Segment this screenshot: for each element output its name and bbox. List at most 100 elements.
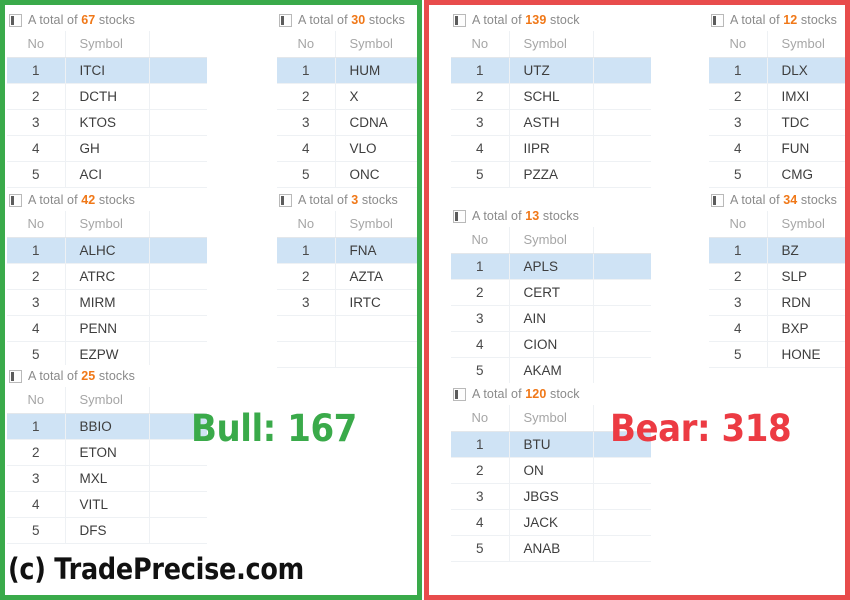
table-row[interactable]: 1 BBIO — [7, 413, 207, 440]
column-header-symbol[interactable]: Symbol — [65, 387, 150, 414]
table-row[interactable]: 4 VITL — [7, 491, 207, 518]
column-header-no[interactable]: No — [7, 211, 66, 238]
cell-symbol[interactable]: PZZA — [509, 161, 594, 188]
table-row[interactable]: 2 SCHL — [451, 83, 651, 110]
cell-symbol[interactable]: ANAB — [509, 535, 594, 562]
cell-symbol[interactable]: DLX — [767, 57, 845, 84]
column-header-no[interactable]: No — [451, 31, 510, 58]
cell-symbol[interactable]: IRTC — [335, 289, 417, 316]
cell-symbol[interactable] — [335, 315, 417, 342]
cell-symbol[interactable]: BXP — [767, 315, 845, 342]
cell-symbol[interactable]: CDNA — [335, 109, 417, 136]
table-row[interactable]: 3 KTOS — [7, 109, 207, 136]
table-row[interactable]: 5 ONC — [277, 161, 417, 188]
table-row[interactable]: 4 IIPR — [451, 135, 651, 162]
cell-symbol[interactable]: CERT — [509, 279, 594, 306]
table-row[interactable]: 5 ACI — [7, 161, 207, 188]
cell-symbol[interactable]: HONE — [767, 341, 845, 368]
cell-symbol[interactable]: CMG — [767, 161, 845, 188]
table-row[interactable] — [277, 341, 417, 368]
table-row[interactable]: 3 JBGS — [451, 483, 651, 510]
cell-symbol[interactable]: DCTH — [65, 83, 150, 110]
table-row[interactable]: 4 VLO — [277, 135, 417, 162]
cell-symbol[interactable]: IMXI — [767, 83, 845, 110]
cell-symbol[interactable]: CION — [509, 331, 594, 358]
table-row[interactable]: 3 IRTC — [277, 289, 417, 316]
cell-symbol[interactable]: ON — [509, 457, 594, 484]
cell-symbol[interactable]: AKAM — [509, 357, 594, 384]
cell-symbol[interactable]: JBGS — [509, 483, 594, 510]
cell-symbol[interactable]: ALHC — [65, 237, 150, 264]
cell-symbol[interactable]: ETON — [65, 439, 150, 466]
cell-symbol[interactable]: AZTA — [335, 263, 417, 290]
cell-symbol[interactable]: DFS — [65, 517, 150, 544]
column-header-symbol[interactable]: Symbol — [767, 31, 845, 58]
cell-symbol[interactable]: GH — [65, 135, 150, 162]
cell-symbol[interactable]: VLO — [335, 135, 417, 162]
cell-symbol[interactable]: BTU — [509, 431, 594, 458]
cell-symbol[interactable]: APLS — [509, 253, 594, 280]
cell-symbol[interactable]: ACI — [65, 161, 150, 188]
cell-symbol[interactable]: HUM — [335, 57, 417, 84]
table-row[interactable]: 3 MXL — [7, 465, 207, 492]
table-row[interactable]: 1 APLS — [451, 253, 651, 280]
cell-symbol[interactable]: TDC — [767, 109, 845, 136]
column-header-symbol[interactable]: Symbol — [335, 31, 417, 58]
table-row[interactable]: 5 PZZA — [451, 161, 651, 188]
table-row[interactable]: 2 AZTA — [277, 263, 417, 290]
table-row[interactable]: 5 CMG — [709, 161, 845, 188]
table-row[interactable]: 2 ETON — [7, 439, 207, 466]
table-row[interactable]: 4 GH — [7, 135, 207, 162]
column-header-no[interactable]: No — [277, 211, 336, 238]
column-header-no[interactable]: No — [7, 387, 66, 414]
table-row[interactable]: 5 ANAB — [451, 535, 651, 562]
table-row[interactable]: 3 AIN — [451, 305, 651, 332]
cell-symbol[interactable]: ATRC — [65, 263, 150, 290]
cell-symbol[interactable]: RDN — [767, 289, 845, 316]
table-row[interactable] — [277, 315, 417, 342]
column-header-symbol[interactable]: Symbol — [65, 31, 150, 58]
table-row[interactable]: 3 MIRM — [7, 289, 207, 316]
cell-symbol[interactable]: MIRM — [65, 289, 150, 316]
cell-symbol[interactable]: BBIO — [65, 413, 150, 440]
column-header-no[interactable]: No — [709, 31, 768, 58]
table-row[interactable]: 5 HONE — [709, 341, 845, 368]
cell-symbol[interactable]: JACK — [509, 509, 594, 536]
table-row[interactable]: 1 ITCI — [7, 57, 207, 84]
cell-symbol[interactable]: SCHL — [509, 83, 594, 110]
column-header-symbol[interactable]: Symbol — [767, 211, 845, 238]
cell-symbol[interactable]: PENN — [65, 315, 150, 342]
table-row[interactable]: 5 EZPW — [7, 341, 207, 368]
column-header-no[interactable]: No — [709, 211, 768, 238]
table-row[interactable]: 2 DCTH — [7, 83, 207, 110]
table-row[interactable]: 4 PENN — [7, 315, 207, 342]
cell-symbol[interactable]: MXL — [65, 465, 150, 492]
column-header-symbol[interactable]: Symbol — [509, 405, 594, 432]
cell-symbol[interactable]: BZ — [767, 237, 845, 264]
table-row[interactable]: 3 CDNA — [277, 109, 417, 136]
cell-symbol[interactable] — [335, 341, 417, 368]
cell-symbol[interactable]: X — [335, 83, 417, 110]
table-row[interactable]: 4 FUN — [709, 135, 845, 162]
table-row[interactable]: 2 CERT — [451, 279, 651, 306]
table-row[interactable]: 2X — [277, 83, 417, 110]
column-header-symbol[interactable]: Symbol — [335, 211, 417, 238]
table-row[interactable]: 1 DLX — [709, 57, 845, 84]
table-row[interactable]: 1 FNA — [277, 237, 417, 264]
column-header-symbol[interactable]: Symbol — [65, 211, 150, 238]
column-header-symbol[interactable]: Symbol — [509, 31, 594, 58]
table-row[interactable]: 3 TDC — [709, 109, 845, 136]
table-row[interactable]: 5 AKAM — [451, 357, 651, 384]
cell-symbol[interactable]: AIN — [509, 305, 594, 332]
table-row[interactable]: 2 IMXI — [709, 83, 845, 110]
cell-symbol[interactable]: ITCI — [65, 57, 150, 84]
table-row[interactable]: 1 BZ — [709, 237, 845, 264]
column-header-no[interactable]: No — [7, 31, 66, 58]
table-row[interactable]: 1 HUM — [277, 57, 417, 84]
table-row[interactable]: 3 RDN — [709, 289, 845, 316]
table-row[interactable]: 2 ON — [451, 457, 651, 484]
table-row[interactable]: 5 DFS — [7, 517, 207, 544]
column-header-no[interactable]: No — [277, 31, 336, 58]
table-row[interactable]: 1 UTZ — [451, 57, 651, 84]
table-row[interactable]: 3 ASTH — [451, 109, 651, 136]
